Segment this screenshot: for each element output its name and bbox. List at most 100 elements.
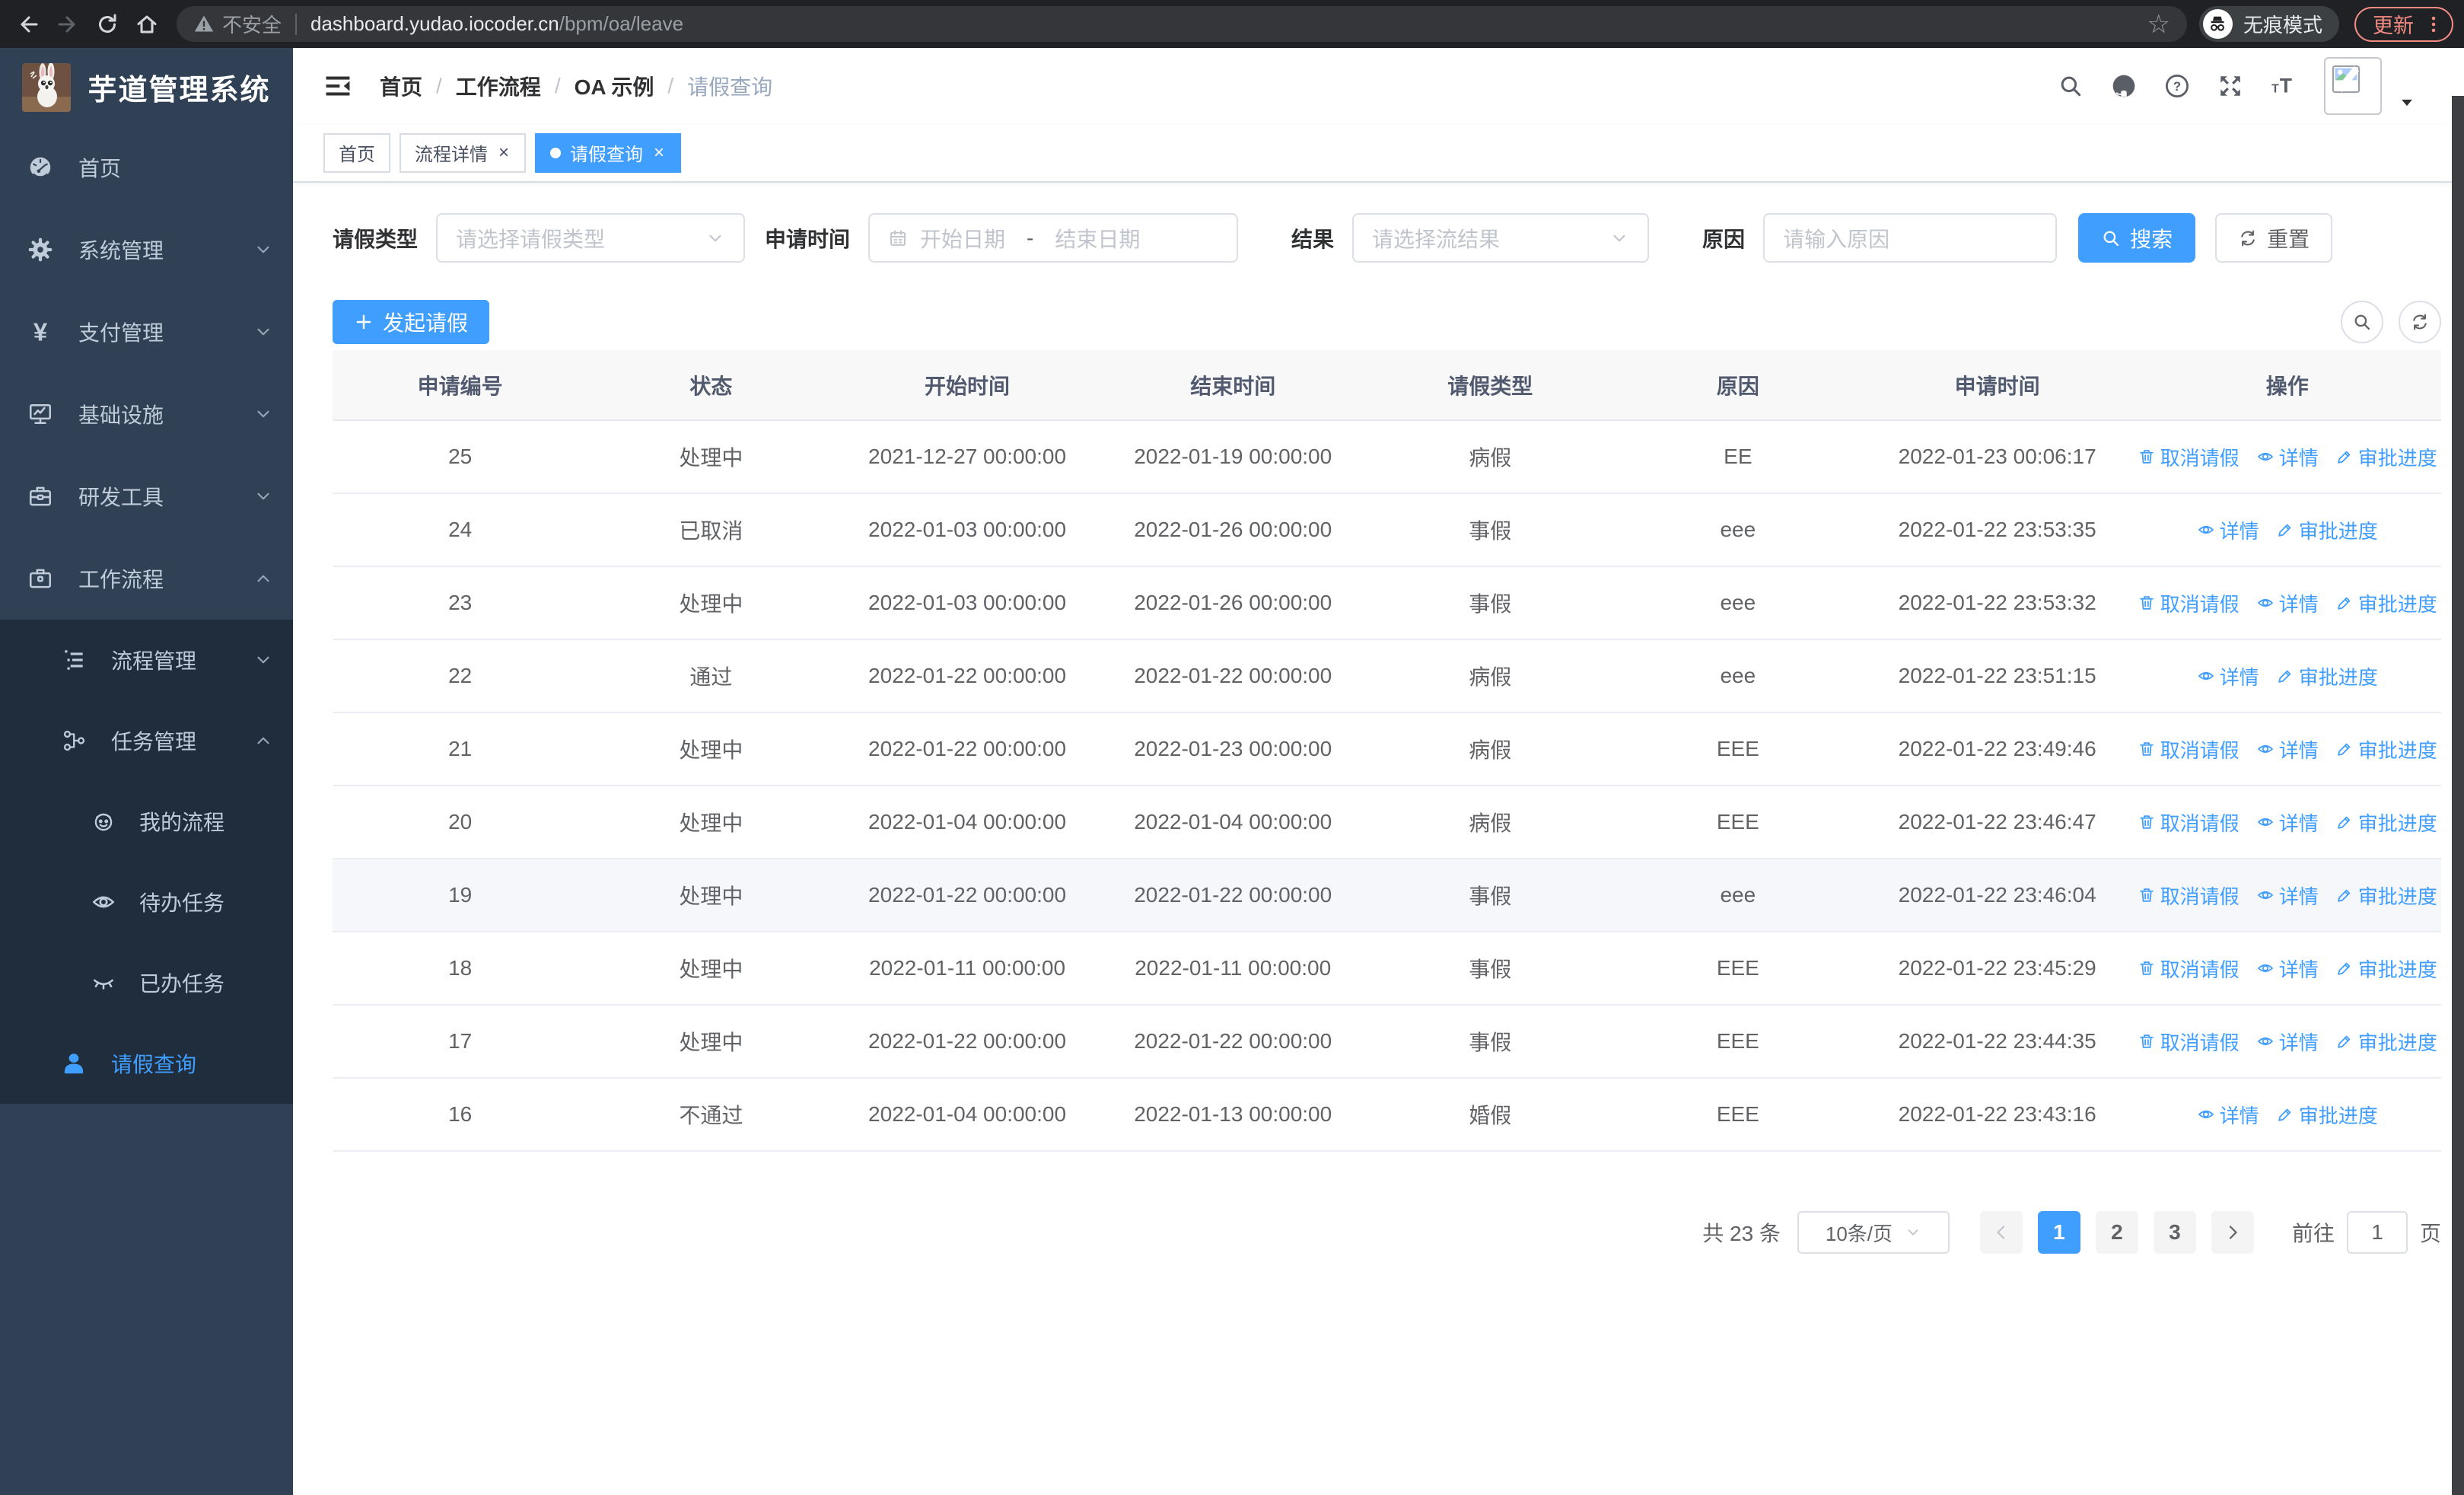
font-size-icon[interactable]: TT	[2271, 73, 2297, 99]
sidebar-item-任务管理[interactable]: 任务管理	[0, 700, 293, 781]
tab-流程详情[interactable]: 流程详情 ×	[400, 132, 527, 173]
progress-action-link[interactable]: 审批进度	[2335, 955, 2437, 983]
progress-action-link[interactable]: 审批进度	[2276, 662, 2378, 690]
reset-button[interactable]: 重置	[2215, 213, 2333, 263]
cancel-action-link[interactable]: 取消请假	[2138, 735, 2240, 763]
page-scrollbar[interactable]	[2452, 96, 2464, 1495]
cancel-action-link[interactable]: 取消请假	[2138, 955, 2240, 983]
detail-action-link[interactable]: 详情	[2256, 735, 2319, 763]
detail-action-link[interactable]: 详情	[2197, 662, 2259, 690]
page-button-1[interactable]: 1	[2037, 1211, 2080, 1254]
address-bar[interactable]: 不安全 dashboard.yudao.iocoder.cn/bpm/oa/le…	[177, 6, 2187, 42]
avatar-caret-down-icon[interactable]	[2399, 94, 2415, 111]
search-icon	[2101, 228, 2121, 248]
cancel-action-link[interactable]: 取消请假	[2138, 1028, 2240, 1056]
detail-action-link[interactable]: 详情	[2256, 955, 2319, 983]
browser-home-button[interactable]	[129, 7, 164, 42]
page-size-select[interactable]: 10条/页	[1797, 1211, 1950, 1254]
sidebar-item-已办任务[interactable]: 已办任务	[0, 942, 293, 1023]
progress-action-link[interactable]: 审批进度	[2335, 735, 2437, 763]
detail-action-link[interactable]: 详情	[2197, 516, 2259, 544]
cell-start: 2021-12-27 00:00:00	[834, 420, 1100, 494]
progress-action-link[interactable]: 审批进度	[2276, 516, 2378, 544]
browser-reload-button[interactable]	[90, 7, 125, 42]
result-select[interactable]: 请选择流结果	[1352, 213, 1650, 263]
sidebar-collapse-icon[interactable]	[323, 72, 352, 100]
sidebar-item-label: 首页	[78, 157, 122, 180]
detail-action-link[interactable]: 详情	[2256, 808, 2319, 837]
tab-close-icon[interactable]: ×	[652, 142, 666, 164]
breadcrumb-item[interactable]: OA 示例	[575, 71, 654, 101]
help-icon[interactable]: ?	[2164, 73, 2190, 99]
cancel-action-link[interactable]: 取消请假	[2138, 443, 2240, 471]
chevron-down-icon	[705, 228, 725, 248]
cell-actions: 详情 审批进度	[2133, 493, 2441, 567]
toggle-search-button[interactable]	[2341, 301, 2383, 343]
progress-action-link[interactable]: 审批进度	[2335, 589, 2437, 617]
detail-action-link[interactable]: 详情	[2256, 443, 2319, 471]
cell-end: 2022-01-19 00:00:00	[1100, 420, 1366, 494]
cancel-action-link[interactable]: 取消请假	[2138, 808, 2240, 837]
sidebar-item-研发工具[interactable]: 研发工具	[0, 455, 293, 537]
browser-back-button[interactable]	[11, 7, 46, 42]
goto-page-input[interactable]	[2346, 1211, 2408, 1254]
progress-action-link[interactable]: 审批进度	[2335, 1028, 2437, 1056]
progress-action-link[interactable]: 审批进度	[2335, 443, 2437, 471]
cancel-action-link[interactable]: 取消请假	[2138, 589, 2240, 617]
sidebar-item-基础设施[interactable]: 基础设施	[0, 373, 293, 455]
breadcrumb-item[interactable]: 工作流程	[456, 71, 541, 101]
browser-forward-button[interactable]	[50, 7, 85, 42]
progress-action-link[interactable]: 审批进度	[2276, 1101, 2378, 1129]
tab-请假查询[interactable]: 请假查询 ×	[535, 132, 682, 173]
view-icon	[2256, 959, 2275, 977]
reason-input[interactable]: 请输入原因	[1763, 213, 2058, 263]
browser-menu-icon[interactable]	[2423, 14, 2444, 35]
cancel-action-link[interactable]: 取消请假	[2138, 881, 2240, 910]
search-button[interactable]: 搜索	[2078, 213, 2196, 263]
leave-type-select[interactable]: 请选择请假类型	[436, 213, 746, 263]
sidebar-item-系统管理[interactable]: 系统管理	[0, 209, 293, 291]
sidebar-item-待办任务[interactable]: 待办任务	[0, 862, 293, 942]
page-content: 请假类型 请选择请假类型 申请时间 开始日期 - 结束日期 结果 请选择流结果	[293, 183, 2464, 1254]
page-button-2[interactable]: 2	[2095, 1211, 2138, 1254]
progress-action-link[interactable]: 审批进度	[2335, 881, 2437, 910]
sidebar-item-首页[interactable]: 首页	[0, 126, 293, 209]
action-label: 取消请假	[2160, 592, 2240, 616]
app-logo[interactable]: 芋道管理系统	[0, 48, 293, 126]
breadcrumb-separator: /	[667, 74, 674, 97]
sidebar-item-请假查询[interactable]: 请假查询	[0, 1023, 293, 1104]
delete-icon	[2138, 740, 2156, 758]
progress-action-link[interactable]: 审批进度	[2335, 808, 2437, 837]
cell-end: 2022-01-04 00:00:00	[1100, 786, 1366, 859]
browser-update-button[interactable]: 更新	[2354, 6, 2453, 42]
detail-action-link[interactable]: 详情	[2256, 881, 2319, 910]
apply-time-range-picker[interactable]: 开始日期 - 结束日期	[868, 213, 1239, 263]
sidebar-item-工作流程[interactable]: 工作流程	[0, 537, 293, 620]
action-label: 取消请假	[2160, 446, 2240, 470]
breadcrumb-item[interactable]: 首页	[380, 71, 422, 101]
create-leave-button[interactable]: 发起请假	[333, 300, 490, 344]
next-page-button[interactable]	[2211, 1211, 2254, 1254]
github-icon[interactable]	[2111, 73, 2137, 99]
cell-reason: EEE	[1614, 932, 1861, 1006]
refresh-table-button[interactable]	[2399, 301, 2441, 343]
tab-label: 首页	[339, 145, 375, 165]
cell-end: 2022-01-13 00:00:00	[1100, 1078, 1366, 1152]
tab-close-icon[interactable]: ×	[497, 142, 511, 164]
user-avatar[interactable]	[2324, 57, 2382, 115]
bookmark-star-icon[interactable]: ☆	[2147, 9, 2170, 40]
detail-action-link[interactable]: 详情	[2256, 589, 2319, 617]
sidebar-item-流程管理[interactable]: 流程管理	[0, 620, 293, 700]
chevron-down-icon	[253, 404, 273, 424]
header-search-icon[interactable]	[2058, 73, 2084, 99]
action-label: 审批进度	[2357, 885, 2437, 908]
sidebar-item-支付管理[interactable]: ¥ 支付管理	[0, 291, 293, 373]
prev-page-button[interactable]	[1979, 1211, 2023, 1254]
tab-首页[interactable]: 首页	[323, 132, 390, 173]
sidebar-item-我的流程[interactable]: 我的流程	[0, 781, 293, 862]
detail-action-link[interactable]: 详情	[2197, 1101, 2259, 1129]
detail-action-link[interactable]: 详情	[2256, 1028, 2319, 1056]
page-button-3[interactable]: 3	[2153, 1211, 2196, 1254]
fullscreen-icon[interactable]	[2217, 73, 2243, 99]
chevron-down-icon	[1609, 228, 1629, 248]
